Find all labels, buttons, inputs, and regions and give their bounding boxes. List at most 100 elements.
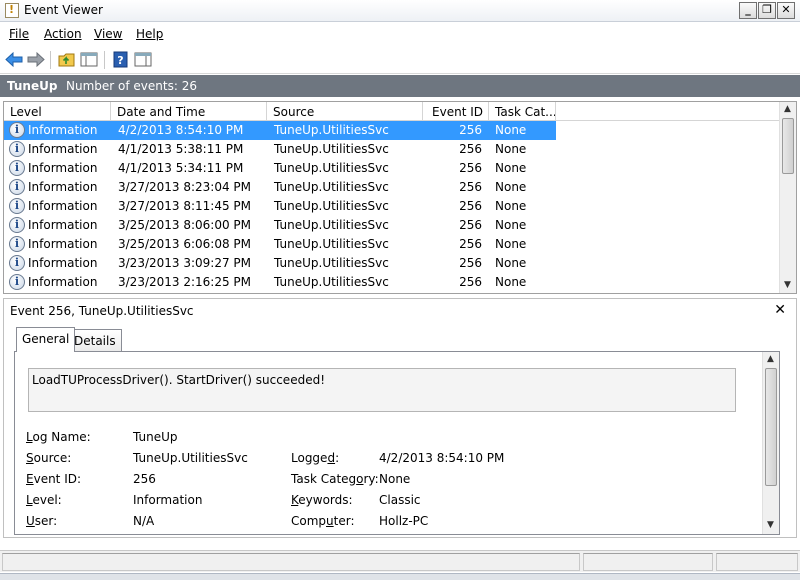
- row-level: Information: [28, 180, 98, 194]
- level-label: Level:: [26, 493, 62, 507]
- row-event-id: 256: [459, 237, 482, 251]
- table-row[interactable]: i Information 3/27/2013 8:23:04 PM TuneUp.U…: [4, 178, 780, 197]
- scroll-down-icon[interactable]: ▼: [767, 520, 774, 530]
- detail-scrollbar[interactable]: ▲ ▼: [762, 352, 779, 534]
- menu-help[interactable]: Help: [136, 27, 163, 41]
- column-event-id[interactable]: Event ID: [423, 102, 489, 121]
- log-name-label: Log Name:: [26, 430, 91, 444]
- row-source: TuneUp.UtilitiesSvc: [274, 123, 389, 137]
- event-list[interactable]: Level Date and Time Source Event ID Task…: [3, 101, 797, 294]
- row-task-category: None: [495, 180, 527, 194]
- scroll-thumb[interactable]: [765, 368, 777, 486]
- menu-view[interactable]: View: [94, 27, 122, 41]
- event-message: LoadTUProcessDriver(). StartDriver() suc…: [32, 373, 326, 387]
- row-date-time: 4/1/2013 5:34:11 PM: [118, 161, 244, 175]
- scroll-up-icon[interactable]: ▲: [767, 354, 774, 364]
- event-message-box[interactable]: LoadTUProcessDriver(). StartDriver() suc…: [28, 368, 736, 412]
- information-icon: i: [9, 160, 25, 176]
- row-event-id: 256: [459, 256, 482, 270]
- row-date-time: 4/2/2013 8:54:10 PM: [118, 123, 244, 137]
- task-category-label: Task Category:: [291, 472, 379, 486]
- event-detail-pane: Event 256, TuneUp.UtilitiesSvc ✕ General…: [3, 298, 797, 538]
- toolbar: ?: [0, 46, 800, 74]
- row-level: Information: [28, 199, 98, 213]
- menu-action[interactable]: Action: [44, 27, 82, 41]
- log-name: TuneUp: [7, 79, 58, 93]
- scroll-down-icon[interactable]: ▼: [784, 280, 791, 290]
- column-source[interactable]: Source: [267, 102, 423, 121]
- row-level: Information: [28, 142, 98, 156]
- table-row[interactable]: i Information 3/23/2013 2:16:25 PM TuneUp.U…: [4, 273, 780, 292]
- column-level[interactable]: Level: [4, 102, 111, 121]
- close-detail-icon[interactable]: ✕: [774, 302, 786, 318]
- event-detail-title: Event 256, TuneUp.UtilitiesSvc: [10, 304, 194, 318]
- action-pane-icon[interactable]: [134, 51, 152, 68]
- help-icon[interactable]: ?: [112, 51, 130, 68]
- menu-file[interactable]: File: [9, 27, 29, 41]
- row-level: Information: [28, 256, 98, 270]
- keywords-value: Classic: [379, 493, 421, 507]
- event-id-value: 256: [133, 472, 156, 486]
- row-level: Information: [28, 218, 98, 232]
- table-row[interactable]: i Information 3/23/2013 3:09:27 PM TuneUp.U…: [4, 254, 780, 273]
- event-rows: i Information 4/2/2013 8:54:10 PM TuneUp.Ut…: [4, 121, 780, 292]
- column-task-category[interactable]: Task Cat...: [489, 102, 556, 121]
- row-event-id: 256: [459, 180, 482, 194]
- row-source: TuneUp.UtilitiesSvc: [274, 237, 389, 251]
- computer-value: Hollz-PC: [379, 514, 429, 528]
- row-level: Information: [28, 275, 98, 289]
- scroll-thumb[interactable]: [782, 118, 794, 174]
- arrow-right-icon[interactable]: [27, 51, 45, 68]
- source-label: Source:: [26, 451, 72, 465]
- information-icon: i: [9, 236, 25, 252]
- table-row[interactable]: i Information 4/2/2013 8:54:10 PM TuneUp.Ut…: [4, 121, 780, 140]
- table-row[interactable]: i Information 4/1/2013 5:38:11 PM TuneUp.Ut…: [4, 140, 780, 159]
- status-section: [583, 553, 713, 571]
- title-bar: Event Viewer _ ❐ ✕: [0, 0, 800, 22]
- maximize-button[interactable]: ❐: [758, 2, 776, 19]
- user-label: User:: [26, 514, 58, 528]
- information-icon: i: [9, 179, 25, 195]
- folder-up-icon[interactable]: [58, 51, 76, 68]
- row-date-time: 3/25/2013 8:06:00 PM: [118, 218, 252, 232]
- row-date-time: 3/23/2013 3:09:27 PM: [118, 256, 252, 270]
- arrow-left-icon[interactable]: [5, 51, 23, 68]
- tab-details[interactable]: Details: [68, 329, 122, 351]
- table-row[interactable]: i Information 3/25/2013 6:06:08 PM TuneUp.U…: [4, 235, 780, 254]
- computer-label: Computer:: [291, 514, 355, 528]
- event-list-scrollbar[interactable]: ▲ ▼: [779, 102, 796, 293]
- column-header: Level Date and Time Source Event ID Task…: [4, 102, 780, 121]
- event-id-label: Event ID:: [26, 472, 82, 486]
- table-row[interactable]: i Information 4/1/2013 5:34:11 PM TuneUp.Ut…: [4, 159, 780, 178]
- svg-text:?: ?: [117, 54, 123, 67]
- row-source: TuneUp.UtilitiesSvc: [274, 256, 389, 270]
- information-icon: i: [9, 255, 25, 271]
- row-event-id: 256: [459, 275, 482, 289]
- close-button[interactable]: ✕: [777, 2, 795, 19]
- row-task-category: None: [495, 142, 527, 156]
- minimize-button[interactable]: _: [739, 2, 757, 19]
- column-date-time[interactable]: Date and Time: [111, 102, 267, 121]
- status-section: [716, 553, 798, 571]
- row-event-id: 256: [459, 161, 482, 175]
- event-count: Number of events: 26: [66, 79, 197, 93]
- table-row[interactable]: i Information 3/25/2013 8:06:00 PM TuneUp.U…: [4, 216, 780, 235]
- row-date-time: 3/27/2013 8:11:45 PM: [118, 199, 252, 213]
- row-task-category: None: [495, 123, 527, 137]
- row-task-category: None: [495, 161, 527, 175]
- logged-value: 4/2/2013 8:54:10 PM: [379, 451, 505, 465]
- table-row[interactable]: i Information 3/27/2013 8:11:45 PM TuneUp.U…: [4, 197, 780, 216]
- scroll-up-icon[interactable]: ▲: [784, 104, 791, 114]
- taskbar-edge: [0, 573, 800, 580]
- row-level: Information: [28, 161, 98, 175]
- general-tab-body: LoadTUProcessDriver(). StartDriver() suc…: [14, 351, 780, 535]
- row-level: Information: [28, 237, 98, 251]
- console-tree-icon[interactable]: [80, 51, 98, 68]
- row-event-id: 256: [459, 142, 482, 156]
- row-date-time: 4/1/2013 5:38:11 PM: [118, 142, 244, 156]
- row-task-category: None: [495, 218, 527, 232]
- information-icon: i: [9, 198, 25, 214]
- status-bar: [0, 550, 800, 572]
- row-event-id: 256: [459, 199, 482, 213]
- tab-general[interactable]: General: [16, 327, 76, 352]
